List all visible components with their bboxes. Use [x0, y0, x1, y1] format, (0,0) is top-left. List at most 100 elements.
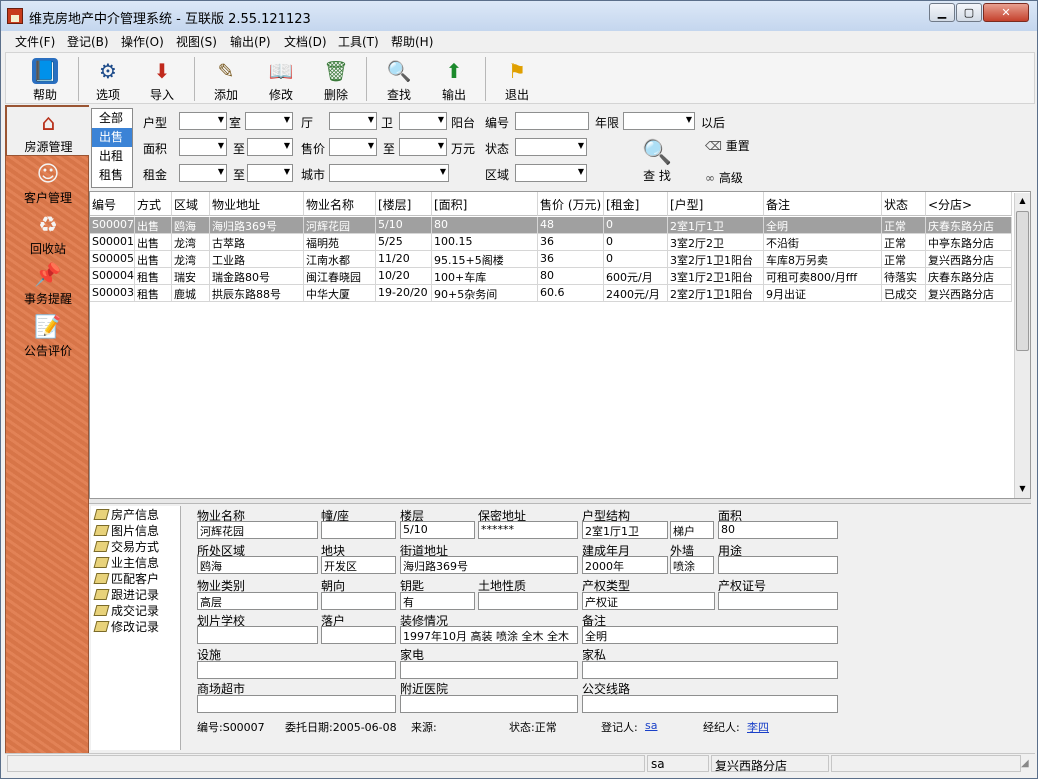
col-header-rent[interactable]: [租金] — [604, 192, 668, 216]
sidebar-item-notice[interactable]: 📝 公告评价 — [6, 311, 90, 361]
tree-item-deal[interactable]: 成交记录 — [91, 602, 180, 618]
field-remark[interactable]: 全明 — [582, 626, 838, 644]
field-key[interactable]: 有 — [400, 592, 475, 610]
tree-item-pictures[interactable]: 图片信息 — [91, 522, 180, 538]
room-combo[interactable] — [245, 112, 293, 130]
minimize-button[interactable]: ▁ — [929, 3, 955, 22]
add-button[interactable]: ✎ 添加 — [201, 55, 251, 103]
help-button[interactable]: 📘 帮助 — [20, 55, 70, 103]
field-facilities[interactable] — [197, 661, 396, 679]
field-orientation[interactable] — [321, 592, 396, 610]
col-header-price[interactable]: 售价 (万元) — [538, 192, 604, 216]
field-usage[interactable] — [718, 556, 838, 574]
col-header-branch[interactable]: <分店> — [926, 192, 1012, 216]
menu-view[interactable]: 视图(S) — [176, 33, 217, 50]
tree-item-match-customer[interactable]: 匹配客户 — [91, 570, 180, 586]
sidebar-item-property[interactable]: ⌂ 房源管理 — [6, 106, 90, 156]
field-built[interactable]: 2000年 — [582, 556, 668, 574]
rent-min-combo[interactable] — [179, 164, 227, 182]
field-secret-address[interactable]: ****** — [478, 521, 578, 539]
col-header-name[interactable]: 物业名称 — [304, 192, 376, 216]
area-min-combo[interactable] — [179, 138, 227, 156]
field-appliances[interactable] — [400, 661, 578, 679]
agent-link[interactable]: 李四 — [747, 719, 769, 735]
sidebar-item-customer[interactable]: ☺ 客户管理 — [6, 158, 90, 208]
scroll-down-icon[interactable]: ▼ — [1015, 481, 1030, 497]
rent-max-combo[interactable] — [247, 164, 293, 182]
tree-item-property-info[interactable]: 房产信息 — [91, 506, 180, 522]
find-button[interactable]: 🔍 查找 — [374, 55, 424, 103]
grid-scrollbar[interactable]: ▲ ▼ — [1014, 193, 1030, 498]
tree-item-modify-log[interactable]: 修改记录 — [91, 618, 180, 634]
field-floor[interactable]: 5/10 — [400, 521, 475, 539]
field-street[interactable]: 海归路369号 — [400, 556, 578, 574]
advanced-button[interactable]: ∞ 高级 — [705, 169, 743, 187]
delete-button[interactable]: 🗑 删除 — [311, 55, 361, 103]
field-decoration[interactable]: 1997年10月 高装 喷涂 全木 全木 — [400, 626, 578, 644]
tree-item-follow-up[interactable]: 跟进记录 — [91, 586, 180, 602]
field-bus[interactable] — [582, 695, 838, 713]
field-building[interactable] — [321, 521, 396, 539]
status-combo[interactable] — [515, 138, 587, 156]
years-combo[interactable] — [623, 112, 695, 130]
mode-sale[interactable]: 出售 — [92, 128, 132, 147]
tree-item-trade-mode[interactable]: 交易方式 — [91, 538, 180, 554]
city-combo[interactable] — [329, 164, 449, 182]
mode-rent[interactable]: 出租 — [92, 147, 132, 166]
menu-document[interactable]: 文档(D) — [284, 33, 327, 50]
export-button[interactable]: ⬆ 输出 — [429, 55, 479, 103]
field-land[interactable] — [478, 592, 578, 610]
reset-button[interactable]: ⌫ 重置 — [705, 137, 750, 155]
field-furniture[interactable] — [582, 661, 838, 679]
field-hukou[interactable] — [321, 626, 396, 644]
registrar-link[interactable]: sa — [645, 719, 657, 732]
field-district[interactable]: 鸥海 — [197, 556, 318, 574]
search-button[interactable]: 🔍 查 找 — [637, 137, 677, 187]
hall-combo[interactable] — [329, 112, 377, 130]
field-area[interactable]: 80 — [718, 521, 838, 539]
field-school[interactable] — [197, 626, 318, 644]
district-combo[interactable] — [515, 164, 587, 182]
menu-file[interactable]: 文件(F) — [15, 33, 55, 50]
layout-combo[interactable] — [179, 112, 227, 130]
code-input[interactable] — [515, 112, 589, 130]
menu-operate[interactable]: 操作(O) — [121, 33, 164, 50]
col-header-district[interactable]: 区域 — [172, 192, 210, 216]
field-facade[interactable]: 喷涂 — [670, 556, 714, 574]
col-header-floor[interactable]: [楼层] — [376, 192, 432, 216]
menu-register[interactable]: 登记(B) — [67, 33, 109, 50]
field-hospital[interactable] — [400, 695, 578, 713]
field-category[interactable]: 高层 — [197, 592, 318, 610]
scroll-thumb[interactable] — [1016, 211, 1029, 351]
exit-button[interactable]: ⚑ 退出 — [492, 55, 542, 103]
col-header-status[interactable]: 状态 — [882, 192, 926, 216]
field-title-no[interactable] — [718, 592, 838, 610]
mode-all[interactable]: 全部 — [92, 109, 132, 128]
close-button[interactable]: ✕ — [983, 3, 1029, 22]
field-ladder[interactable]: 梯户 — [670, 521, 714, 539]
tree-item-owner[interactable]: 业主信息 — [91, 554, 180, 570]
sidebar-item-reminder[interactable]: 📌 事务提醒 — [6, 259, 90, 309]
edit-button[interactable]: 📖 修改 — [256, 55, 306, 103]
col-header-code[interactable]: 编号 — [90, 192, 135, 216]
price-max-combo[interactable] — [399, 138, 447, 156]
menu-tools[interactable]: 工具(T) — [338, 33, 379, 50]
scroll-up-icon[interactable]: ▲ — [1015, 193, 1030, 209]
field-market[interactable] — [197, 695, 396, 713]
col-header-layout[interactable]: [户型] — [668, 192, 764, 216]
col-header-remark[interactable]: 备注 — [764, 192, 882, 216]
sidebar-item-recycle[interactable]: ♻ 回收站 — [6, 209, 90, 259]
area-max-combo[interactable] — [247, 138, 293, 156]
mode-rent-sale[interactable]: 租售 — [92, 166, 132, 185]
field-title-type[interactable]: 产权证 — [582, 592, 715, 610]
options-button[interactable]: ⚙ 选项 — [83, 55, 133, 103]
menu-output[interactable]: 输出(P) — [230, 33, 271, 50]
col-header-mode[interactable]: 方式 — [135, 192, 172, 216]
resize-grip-icon[interactable]: ◢ — [1021, 758, 1029, 769]
field-structure[interactable]: 2室1厅1卫 — [582, 521, 668, 539]
menu-help[interactable]: 帮助(H) — [391, 33, 433, 50]
import-button[interactable]: ⬇ 导入 — [137, 55, 187, 103]
maximize-button[interactable]: ▢ — [956, 3, 982, 22]
field-name[interactable]: 河辉花园 — [197, 521, 318, 539]
trade-mode-list[interactable]: 全部 出售 出租 租售 — [91, 108, 133, 188]
